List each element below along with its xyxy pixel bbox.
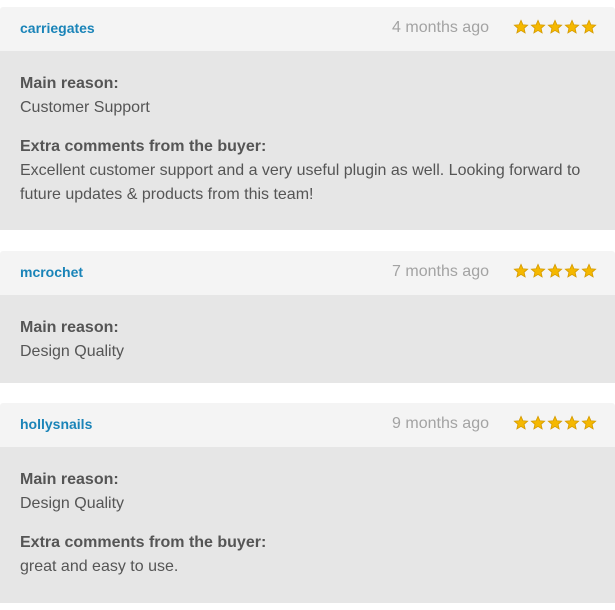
review-card: hollysnails 9 months ago Main reason: De… [0, 403, 615, 603]
star-rating [513, 263, 597, 279]
star-rating [513, 415, 597, 431]
star-icon [513, 415, 529, 430]
main-reason-value: Customer Support [20, 99, 150, 116]
star-icon [513, 263, 529, 278]
review-card: carriegates 4 months ago Main reason: Cu… [0, 7, 615, 230]
review-header: carriegates 4 months ago [0, 7, 615, 51]
star-icon [547, 263, 563, 278]
extra-comments-label: Extra comments from the buyer: [20, 534, 267, 551]
star-icon [564, 19, 580, 34]
star-icon [564, 415, 580, 430]
review-body: Main reason: Design Quality Extra commen… [0, 447, 615, 603]
star-icon [547, 19, 563, 34]
star-icon [564, 263, 580, 278]
main-reason-label: Main reason: [20, 319, 119, 336]
username-link[interactable]: carriegates [20, 20, 95, 36]
star-icon [581, 263, 597, 278]
review-date: 9 months ago [392, 415, 489, 432]
star-icon [581, 19, 597, 34]
star-icon [530, 19, 546, 34]
extra-comments-label: Extra comments from the buyer: [20, 138, 267, 155]
review-body: Main reason: Customer Support Extra comm… [0, 51, 615, 230]
comment-text: Excellent customer support and a very us… [20, 162, 581, 203]
main-reason-label: Main reason: [20, 471, 119, 488]
review-header: mcrochet 7 months ago [0, 251, 615, 295]
star-icon [547, 415, 563, 430]
review-body: Main reason: Design Quality [0, 295, 615, 383]
star-icon [581, 415, 597, 430]
review-header: hollysnails 9 months ago [0, 403, 615, 447]
star-icon [513, 19, 529, 34]
star-rating [513, 19, 597, 35]
comment-text: great and easy to use. [20, 558, 179, 575]
review-date: 4 months ago [392, 19, 489, 36]
star-icon [530, 415, 546, 430]
review-card: mcrochet 7 months ago Main reason: Desig… [0, 251, 615, 383]
review-date: 7 months ago [392, 263, 489, 280]
username-link[interactable]: hollysnails [20, 416, 92, 432]
main-reason-value: Design Quality [20, 495, 125, 512]
main-reason-value: Design Quality [20, 343, 125, 360]
main-reason-label: Main reason: [20, 75, 119, 92]
username-link[interactable]: mcrochet [20, 264, 83, 280]
star-icon [530, 263, 546, 278]
